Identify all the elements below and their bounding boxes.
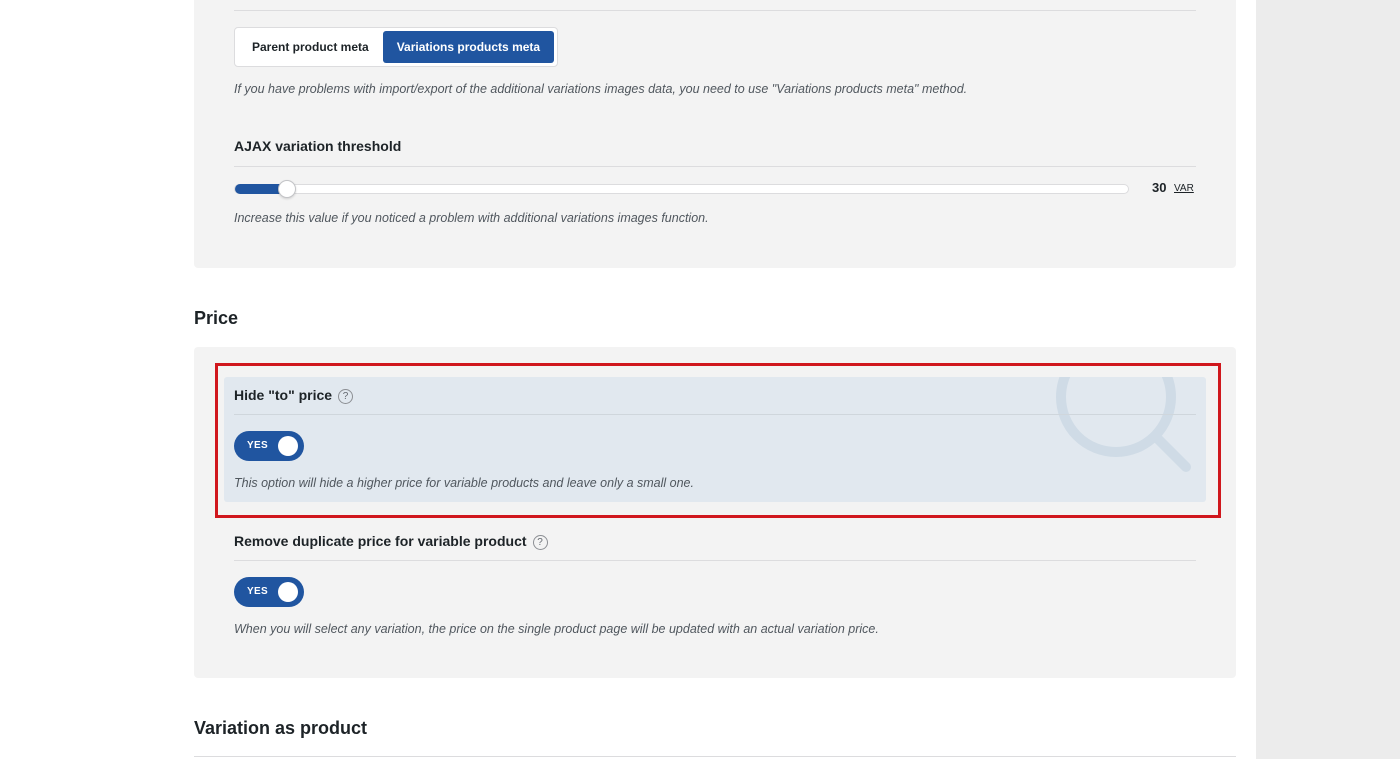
hide-to-price-label: Hide "to" price <box>234 387 333 403</box>
search-icon <box>1056 377 1191 472</box>
settings-page: Parent product meta Variations products … <box>0 0 1400 759</box>
divider <box>234 414 1196 415</box>
remove-duplicate-price-title: Remove duplicate price for variable prod… <box>234 533 548 550</box>
variations-settings-panel: Parent product meta Variations products … <box>194 0 1236 268</box>
remove-duplicate-price-toggle[interactable]: YES <box>234 577 304 607</box>
variations-products-meta-option[interactable]: Variations products meta <box>382 31 555 63</box>
remove-duplicate-price-help-text: When you will select any variation, the … <box>234 622 879 636</box>
ajax-threshold-help-text: Increase this value if you noticed a pro… <box>234 211 709 225</box>
divider <box>234 166 1196 167</box>
ajax-threshold-title: AJAX variation threshold <box>234 138 402 154</box>
divider <box>234 10 1196 11</box>
toggle-state-label: YES <box>247 586 268 597</box>
remove-duplicate-price-label: Remove duplicate price for variable prod… <box>234 533 527 549</box>
toggle-knob <box>278 436 298 456</box>
ajax-threshold-unit[interactable]: VAR <box>1174 183 1194 194</box>
question-circle-icon[interactable]: ? <box>532 535 548 550</box>
hide-to-price-toggle[interactable]: YES <box>234 431 304 461</box>
parent-product-meta-option[interactable]: Parent product meta <box>238 31 383 63</box>
right-sidebar-gutter <box>1256 0 1400 759</box>
price-section-heading: Price <box>194 308 239 328</box>
toggle-state-label: YES <box>247 440 268 451</box>
variations-method-selector: Parent product meta Variations products … <box>234 27 559 67</box>
method-help-text: If you have problems with import/export … <box>234 82 968 96</box>
divider <box>194 756 1236 757</box>
variation-as-product-heading: Variation as product <box>194 718 368 738</box>
hide-to-price-help-text: This option will hide a higher price for… <box>234 476 694 490</box>
ajax-threshold-value: 30 <box>1152 180 1167 195</box>
slider-thumb[interactable] <box>277 180 296 198</box>
hide-to-price-title: Hide "to" price? <box>234 387 354 404</box>
price-settings-panel: Hide "to" price? YES This option will hi… <box>194 347 1236 678</box>
question-circle-icon[interactable]: ? <box>338 389 354 404</box>
divider <box>234 560 1196 561</box>
ajax-threshold-slider[interactable] <box>234 180 1129 198</box>
toggle-knob <box>278 582 298 602</box>
